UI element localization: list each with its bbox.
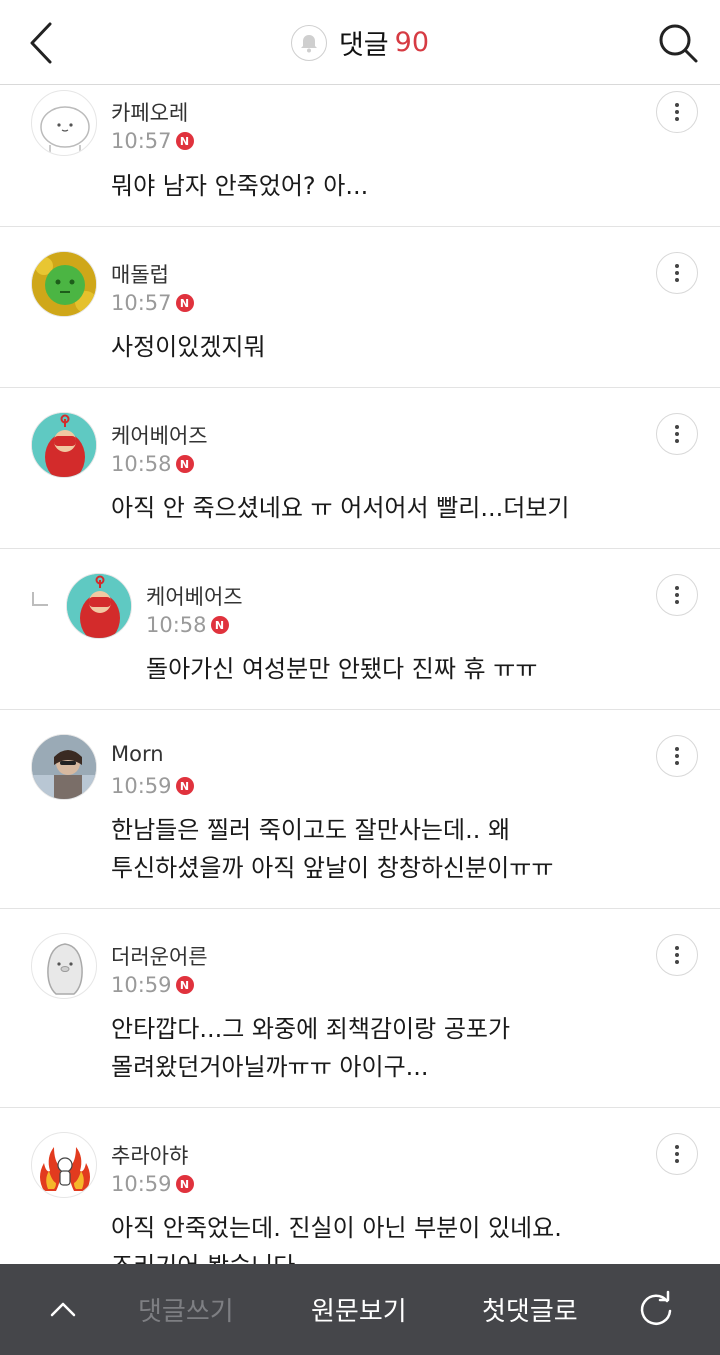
comment-time: 10:59 [111,774,172,798]
new-badge: N [175,1175,194,1193]
scroll-top-button[interactable] [46,1292,80,1326]
more-vertical-icon [675,103,679,107]
comment-time: 10:59 [111,973,172,997]
avatar[interactable] [31,90,97,156]
comment-author[interactable]: 케어베어즈 [111,420,208,450]
new-badge: N [175,976,194,994]
more-vertical-icon [675,946,679,950]
comment-list[interactable]: 카페오레 10:57 N 뭐야 남자 안죽었어? 아... 매돌럽 10:57 [0,86,720,1264]
more-vertical-icon [675,425,679,429]
comment-author[interactable]: 추라아햐 [111,1140,188,1170]
comment-meta: 10:58 N [111,452,194,476]
photo-avatar-icon [32,735,96,799]
comment-time: 10:57 [111,291,172,315]
avatar[interactable] [31,933,97,999]
more-vertical-icon [675,264,679,268]
bell-icon [300,34,317,52]
avatar[interactable] [66,573,132,639]
comment-time: 10:58 [146,613,207,637]
reply-indicator-icon [32,592,48,606]
refresh-button[interactable] [636,1289,676,1329]
comment-author[interactable]: 카페오레 [111,97,188,127]
more-options-button[interactable] [656,1133,698,1175]
new-badge: N [175,294,194,312]
more-options-button[interactable] [656,735,698,777]
chevron-up-icon [50,1302,76,1317]
header-title-group: 댓글 90 [0,0,720,85]
more-vertical-icon [675,747,679,751]
view-original-button[interactable]: 원문보기 [311,1264,407,1355]
first-comment-button[interactable]: 첫댓글로 [482,1264,578,1355]
avatar[interactable] [31,412,97,478]
comment-text: 돌아가신 여성분만 안됐다 진짜 휴 ㅠㅠ [146,655,538,683]
comment-meta: 10:59 N [111,1172,194,1196]
new-badge: N [175,455,194,473]
top-bar: 댓글 90 [0,0,720,85]
more-options-button[interactable] [656,934,698,976]
comment-text: 뭐야 남자 안죽었어? 아... [111,172,369,200]
avatar[interactable] [31,1132,97,1198]
green-character-avatar-icon [32,252,96,316]
search-icon [659,24,698,63]
comment-text: 안타깝다...그 와중에 죄책감이랑 공포가 몰려왔던거아닐까ㅠㅠ 아이구... [111,1015,511,1081]
search-button[interactable] [656,18,702,68]
comment-time: 10:59 [111,1172,172,1196]
comment-time: 10:58 [111,452,172,476]
more-vertical-icon [675,586,679,590]
red-teletubby-avatar-icon [67,574,131,638]
comment-meta: 10:58 N [146,613,229,637]
avatar[interactable] [31,251,97,317]
penguin-avatar-icon [47,943,83,995]
comment-item: Morn 10:59 N 한남들은 찔러 죽이고도 잘만사는데.. 왜 투신하셨… [0,710,720,909]
comment-author[interactable]: Morn [111,742,164,766]
comment-item: 카페오레 10:57 N 뭐야 남자 안죽었어? 아... [0,86,720,227]
refresh-icon [640,1290,672,1325]
page-title: 댓글 [338,30,389,61]
comment-text: 아직 안죽었는데. 진실이 아닌 부분이 있네요. 조리기어 봤습니다 [111,1214,562,1264]
more-options-button[interactable] [656,413,698,455]
comment-item: 추라아햐 10:59 N 아직 안죽었는데. 진실이 아닌 부분이 있네요. 조… [0,1108,720,1264]
comment-author[interactable]: 케어베어즈 [146,581,243,611]
comment-count: 90 [394,27,430,58]
write-comment-button[interactable]: 댓글쓰기 [138,1264,234,1355]
reply-item: 케어베어즈 10:58 N 돌아가신 여성분만 안됐다 진짜 휴 ㅠㅠ [0,549,720,710]
cat-avatar-icon [40,106,90,153]
comment-meta: 10:57 N [111,129,194,153]
comment-item: 매돌럽 10:57 N 사정이있겠지뭐 [0,227,720,388]
comment-text[interactable]: 아직 안 죽으셨네요 ㅠ 어서어서 빨리...더보기 [111,489,569,527]
comment-item: 케어베어즈 10:58 N 아직 안 죽으셨네요 ㅠ 어서어서 빨리...더보기 [0,388,720,549]
more-options-button[interactable] [656,91,698,133]
new-badge: N [210,616,229,634]
comment-text: 사정이있겠지뭐 [111,333,266,361]
more-options-button[interactable] [656,574,698,616]
comment-meta: 10:57 N [111,291,194,315]
comment-meta: 10:59 N [111,774,194,798]
comment-author[interactable]: 매돌럽 [111,259,169,289]
fire-character-avatar-icon [40,1147,90,1191]
comment-meta: 10:59 N [111,973,194,997]
avatar[interactable] [31,734,97,800]
comment-item: 더러운어른 10:59 N 안타깝다...그 와중에 죄책감이랑 공포가 몰려왔… [0,909,720,1108]
comment-author[interactable]: 더러운어른 [111,941,208,971]
red-teletubby-avatar-icon [32,413,96,477]
notification-toggle[interactable] [290,24,327,61]
comment-time: 10:57 [111,129,172,153]
bottom-toolbar: 댓글쓰기 원문보기 첫댓글로 [0,1264,720,1355]
new-badge: N [175,777,194,795]
comment-text: 한남들은 찔러 죽이고도 잘만사는데.. 왜 투신하셨을까 아직 앞날이 창창하… [111,816,554,882]
new-badge: N [175,132,194,150]
more-options-button[interactable] [656,252,698,294]
more-vertical-icon [675,1145,679,1149]
